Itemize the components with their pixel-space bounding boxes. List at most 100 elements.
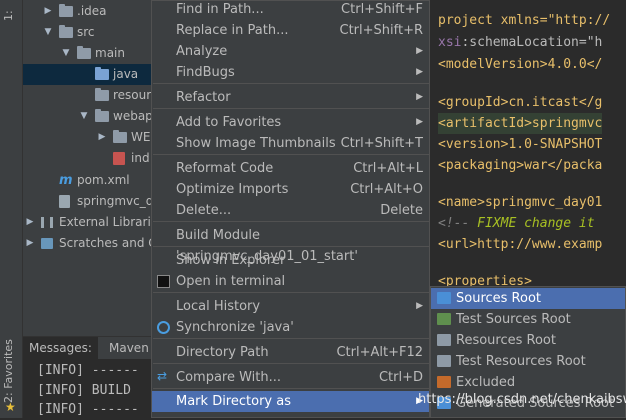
submenu-item-test-resources-root[interactable]: Test Resources Root [431, 351, 625, 372]
tree-item-label: External Librari [59, 215, 151, 229]
tree-item[interactable]: m pom.xml [23, 170, 153, 191]
chevron-down-icon[interactable]: ▼ [43, 22, 53, 43]
code-line: <version>1.0-SNAPSHOT [438, 137, 603, 152]
menu-item-show-in-explorer[interactable]: Show in Explorer [152, 250, 429, 271]
menu-item-directory-path[interactable]: Directory Path Ctrl+Alt+F12 [152, 342, 429, 363]
menu-separator [153, 292, 429, 293]
menu-item-refactor[interactable]: Refactor ▶ [152, 87, 429, 108]
menu-item-add-to-favorites[interactable]: Add to Favorites ▶ [152, 112, 429, 133]
tree-item-label: .idea [77, 4, 107, 18]
folder-icon [77, 46, 91, 59]
chevron-right-icon[interactable]: ▶ [43, 1, 53, 22]
submenu-item-label: Test Resources Root [456, 354, 586, 369]
star-icon: ★ [5, 400, 16, 414]
test-sources-root-icon [437, 313, 451, 325]
menu-item-label: Delete... [176, 203, 232, 218]
tree-item[interactable]: ▼ webap [23, 106, 153, 127]
menu-item-label: Refactor [176, 90, 231, 105]
code-line: <modelVersion>4.0.0</ [438, 57, 603, 72]
tree-item[interactable]: ▼ main [23, 43, 153, 64]
tree-item[interactable]: ▼ src [23, 22, 153, 43]
chevron-down-icon[interactable]: ▼ [79, 106, 89, 127]
menu-item-label: Open in terminal [176, 274, 286, 289]
module-file-icon [59, 195, 70, 208]
jsp-file-icon [113, 152, 125, 165]
submenu-item-excluded[interactable]: Excluded [431, 372, 625, 393]
terminal-icon [157, 275, 170, 288]
chevron-right-icon[interactable]: ▶ [25, 212, 35, 233]
menu-separator [153, 363, 429, 364]
menu-item-find-in-path[interactable]: Find in Path... Ctrl+Shift+F [152, 0, 429, 20]
code-line: <groupId>cn.itcast</g [438, 95, 603, 110]
menu-separator [153, 83, 429, 84]
menu-item-mark-directory-as[interactable]: Mark Directory as ▶ [152, 391, 429, 412]
folder-icon [113, 130, 127, 143]
menu-item-analyze[interactable]: Analyze ▶ [152, 41, 429, 62]
menu-item-shortcut: Ctrl+Alt+F12 [336, 345, 423, 360]
submenu-item-resources-root[interactable]: Resources Root [431, 330, 625, 351]
tree-item[interactable]: ▶ WE [23, 127, 153, 148]
submenu-arrow-icon: ▶ [416, 67, 423, 77]
menu-item-findbugs[interactable]: FindBugs ▶ [152, 62, 429, 83]
menu-item-compare-with[interactable]: ⇄ Compare With... Ctrl+D [152, 367, 429, 388]
tree-item-label: ind [131, 151, 150, 165]
menu-item-label: Reformat Code [176, 161, 274, 176]
code-line: <!-- FIXME change it [438, 216, 595, 231]
submenu-arrow-icon: ▶ [416, 46, 423, 56]
folder-icon [59, 25, 73, 38]
console-line: [INFO] BUILD [37, 383, 131, 398]
project-tool-tab[interactable]: 1: [2, 4, 20, 28]
menu-item-show-image-thumbnails[interactable]: Show Image Thumbnails Ctrl+Shift+T [152, 133, 429, 154]
code-line: <artifactId>springmvc [438, 113, 603, 134]
menu-item-label: Synchronize 'java' [176, 320, 294, 335]
menu-item-label: Mark Directory as [176, 394, 291, 409]
menu-item-label: Optimize Imports [176, 182, 289, 197]
menu-separator [153, 154, 429, 155]
menu-item-reformat-code[interactable]: Reformat Code Ctrl+Alt+L [152, 158, 429, 179]
menu-item-label: Find in Path... [176, 2, 264, 17]
menu-item-replace-in-path[interactable]: Replace in Path... Ctrl+Shift+R [152, 20, 429, 41]
chevron-down-icon[interactable]: ▼ [61, 43, 71, 64]
tree-item-label: resour [113, 88, 152, 102]
menu-item-shortcut: Ctrl+Alt+L [353, 161, 423, 176]
menu-item-label: Show Image Thumbnails [176, 136, 336, 151]
tree-item[interactable]: resour [23, 85, 153, 106]
menu-separator [153, 246, 429, 247]
submenu-item-sources-root[interactable]: Sources Root [431, 288, 625, 309]
menu-item-label: FindBugs [176, 65, 235, 80]
menu-item-build-module-springmvc-day01-01-start[interactable]: Build Module 'springmvc_day01_01_start' [152, 225, 429, 264]
menu-item-optimize-imports[interactable]: Optimize Imports Ctrl+Alt+O [152, 179, 429, 200]
tree-item[interactable]: ▶ .idea [23, 1, 153, 22]
scratches-icon [41, 238, 53, 249]
watermark-text: https://blog.csdn.net/chenkaibsw [418, 392, 626, 407]
menu-item-delete[interactable]: Delete... Delete [152, 200, 429, 221]
tree-item[interactable]: ▶ Scratches and C [23, 233, 157, 254]
submenu-item-label: Resources Root [456, 333, 556, 348]
menu-item-synchronize-java[interactable]: Synchronize 'java' [152, 317, 429, 338]
menu-separator [153, 221, 429, 222]
tab-messages[interactable]: Messages: [23, 337, 98, 359]
menu-item-open-in-terminal[interactable]: Open in terminal [152, 271, 429, 292]
folder-icon [95, 67, 109, 80]
tree-item-label: WE [131, 130, 151, 144]
tree-item-label: java [113, 67, 139, 81]
tree-item[interactable]: springmvc_d [23, 191, 153, 212]
submenu-arrow-icon: ▶ [416, 117, 423, 127]
chevron-right-icon[interactable]: ▶ [97, 127, 107, 148]
chevron-right-icon[interactable]: ▶ [25, 233, 35, 254]
submenu-item-label: Excluded [456, 375, 516, 390]
menu-item-shortcut: Ctrl+Shift+T [340, 136, 423, 151]
tree-item[interactable]: ▶ External Librari [23, 212, 153, 233]
tree-item-label: webap [113, 109, 153, 123]
tree-item-label: pom.xml [77, 173, 130, 187]
tree-item-label: main [95, 46, 125, 60]
menu-item-shortcut: Ctrl+Shift+R [339, 23, 424, 38]
menu-item-label: Replace in Path... [176, 23, 289, 38]
tree-item[interactable]: ind [23, 148, 153, 169]
menu-item-local-history[interactable]: Local History ▶ [152, 296, 429, 317]
library-icon [41, 217, 53, 228]
tree-item[interactable]: java [23, 64, 153, 85]
submenu-item-test-sources-root[interactable]: Test Sources Root [431, 309, 625, 330]
tab-maven[interactable]: Maven [103, 337, 155, 359]
menu-separator [153, 108, 429, 109]
